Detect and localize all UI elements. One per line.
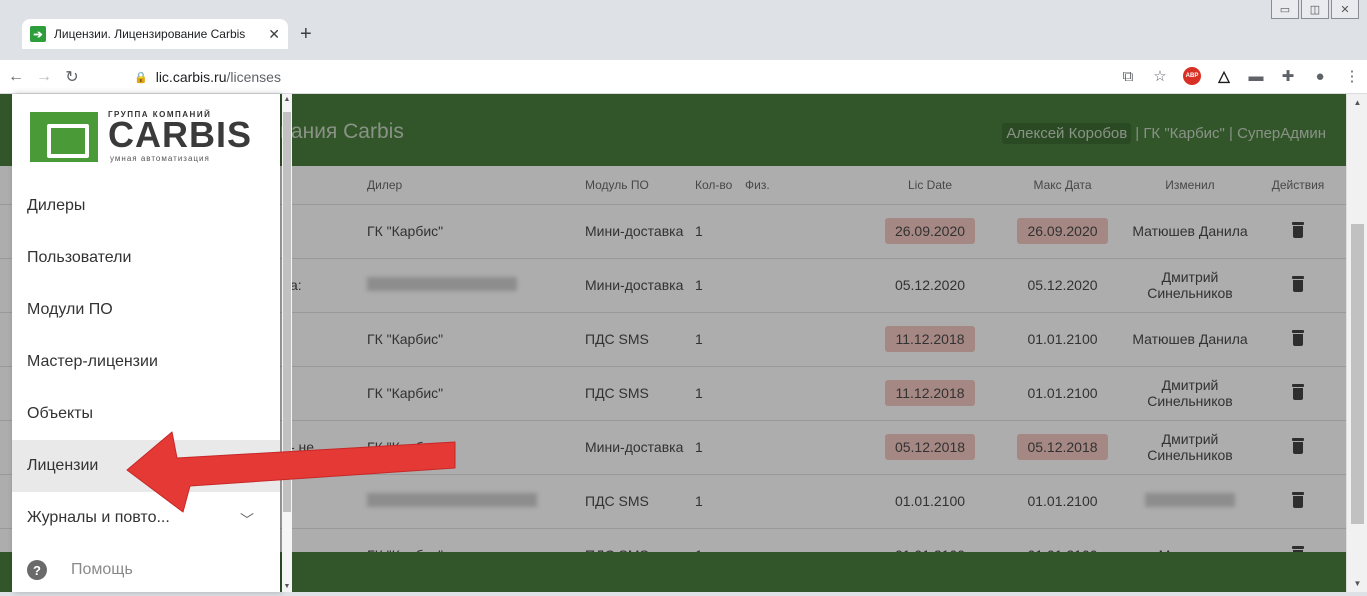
sidebar-item-label: Модули ПО [27,301,113,318]
chevron-down-icon[interactable]: ﹀ [240,510,254,530]
extension-icon[interactable]: ✚ [1279,67,1297,85]
window-controls: ▭ ◫ ✕ [1269,0,1359,19]
logo-mark [30,112,98,162]
toolbar-icons: ⧉ ☆ ABP △ ▬ ✚ ● ⋮ [1105,67,1361,85]
adblock-icon[interactable]: ABP [1183,67,1201,85]
reload-icon[interactable]: ↻ [60,67,84,87]
address-bar[interactable]: 🔒 lic.carbis.ru/licenses [134,65,1154,89]
sidebar-item-journals[interactable]: Журналы и повто... ﹀ [12,492,280,544]
scroll-up-icon[interactable]: ▲ [1347,98,1367,107]
carbis-logo[interactable]: ГРУППА КОМПАНИЙ CARBIS умная автоматизац… [30,108,252,166]
sidebar-item-label: Объекты [27,405,93,422]
sidebar-item-label: Помощь [71,561,133,578]
page: вания Carbis Алексей Коробов | ГК "Карби… [0,94,1367,592]
lock-icon[interactable]: 🔒 [134,71,148,84]
sidebar-item-users[interactable]: Пользователи [12,232,280,284]
translate-icon[interactable]: ⧉ [1119,68,1137,85]
cast-icon[interactable]: ▬ [1247,68,1265,85]
maximize-icon[interactable]: ◫ [1301,0,1329,19]
account-icon[interactable]: ● [1311,68,1329,85]
sidebar-menu: Дилеры Пользователи Модули ПО Мастер-лиц… [12,180,280,596]
url-path: /licenses [226,69,281,85]
sidebar-item-licenses[interactable]: Лицензии [12,440,280,492]
close-window-icon[interactable]: ✕ [1331,0,1359,19]
new-tab-button[interactable]: + [300,22,312,46]
sidebar-scrollbar[interactable]: ▲ ▼ [282,94,292,592]
browser-toolbar: ← → ↻ 🔒 lic.carbis.ru/licenses ⧉ ☆ ABP △… [0,60,1367,94]
logo-wordmark: CARBIS [108,114,253,155]
logo-tagline-bottom: умная автоматизация [110,154,210,163]
scrollbar-thumb[interactable] [1351,224,1364,524]
scroll-down-icon[interactable]: ▼ [1347,579,1367,588]
sidebar-item-label: Лицензии [27,457,99,474]
url-host: lic.carbis.ru [155,69,227,85]
forward-icon[interactable]: → [32,68,56,86]
sidebar-item-label: Мастер-лицензии [27,353,158,370]
sidebar-item-label: Пользователи [27,249,132,266]
help-icon: ? [27,560,47,580]
tab-title: Лицензии. Лицензирование Carbis [54,27,246,41]
browser-titlebar: ➔ Лицензии. Лицензирование Carbis ✕ + ▭ … [0,0,1367,60]
star-icon[interactable]: ☆ [1151,67,1169,85]
sidebar-item-objects[interactable]: Объекты [12,388,280,440]
sidebar-item-dealers[interactable]: Дилеры [12,180,280,232]
scroll-up-icon[interactable]: ▲ [282,96,292,103]
sidebar-item-master-licenses[interactable]: Мастер-лицензии [12,336,280,388]
delta-extension-icon[interactable]: △ [1215,67,1233,85]
sidebar-item-label: Журналы и повто... [27,509,170,526]
minimize-icon[interactable]: ▭ [1271,0,1299,19]
scroll-down-icon[interactable]: ▼ [282,583,292,590]
page-scrollbar[interactable]: ▲ ▼ [1346,94,1367,592]
favicon-icon: ➔ [30,26,46,42]
browser-tab[interactable]: ➔ Лицензии. Лицензирование Carbis ✕ [22,19,288,49]
sidebar-drawer: ГРУППА КОМПАНИЙ CARBIS умная автоматизац… [12,94,292,592]
sidebar-item-label: Дилеры [27,197,86,214]
menu-icon[interactable]: ⋮ [1343,67,1361,85]
sidebar-item-modules[interactable]: Модули ПО [12,284,280,336]
sidebar-scrollbar-thumb[interactable] [283,112,291,512]
sidebar-item-help[interactable]: ? Помощь [12,544,280,596]
tab-close-icon[interactable]: ✕ [268,26,280,43]
back-icon[interactable]: ← [4,68,28,86]
